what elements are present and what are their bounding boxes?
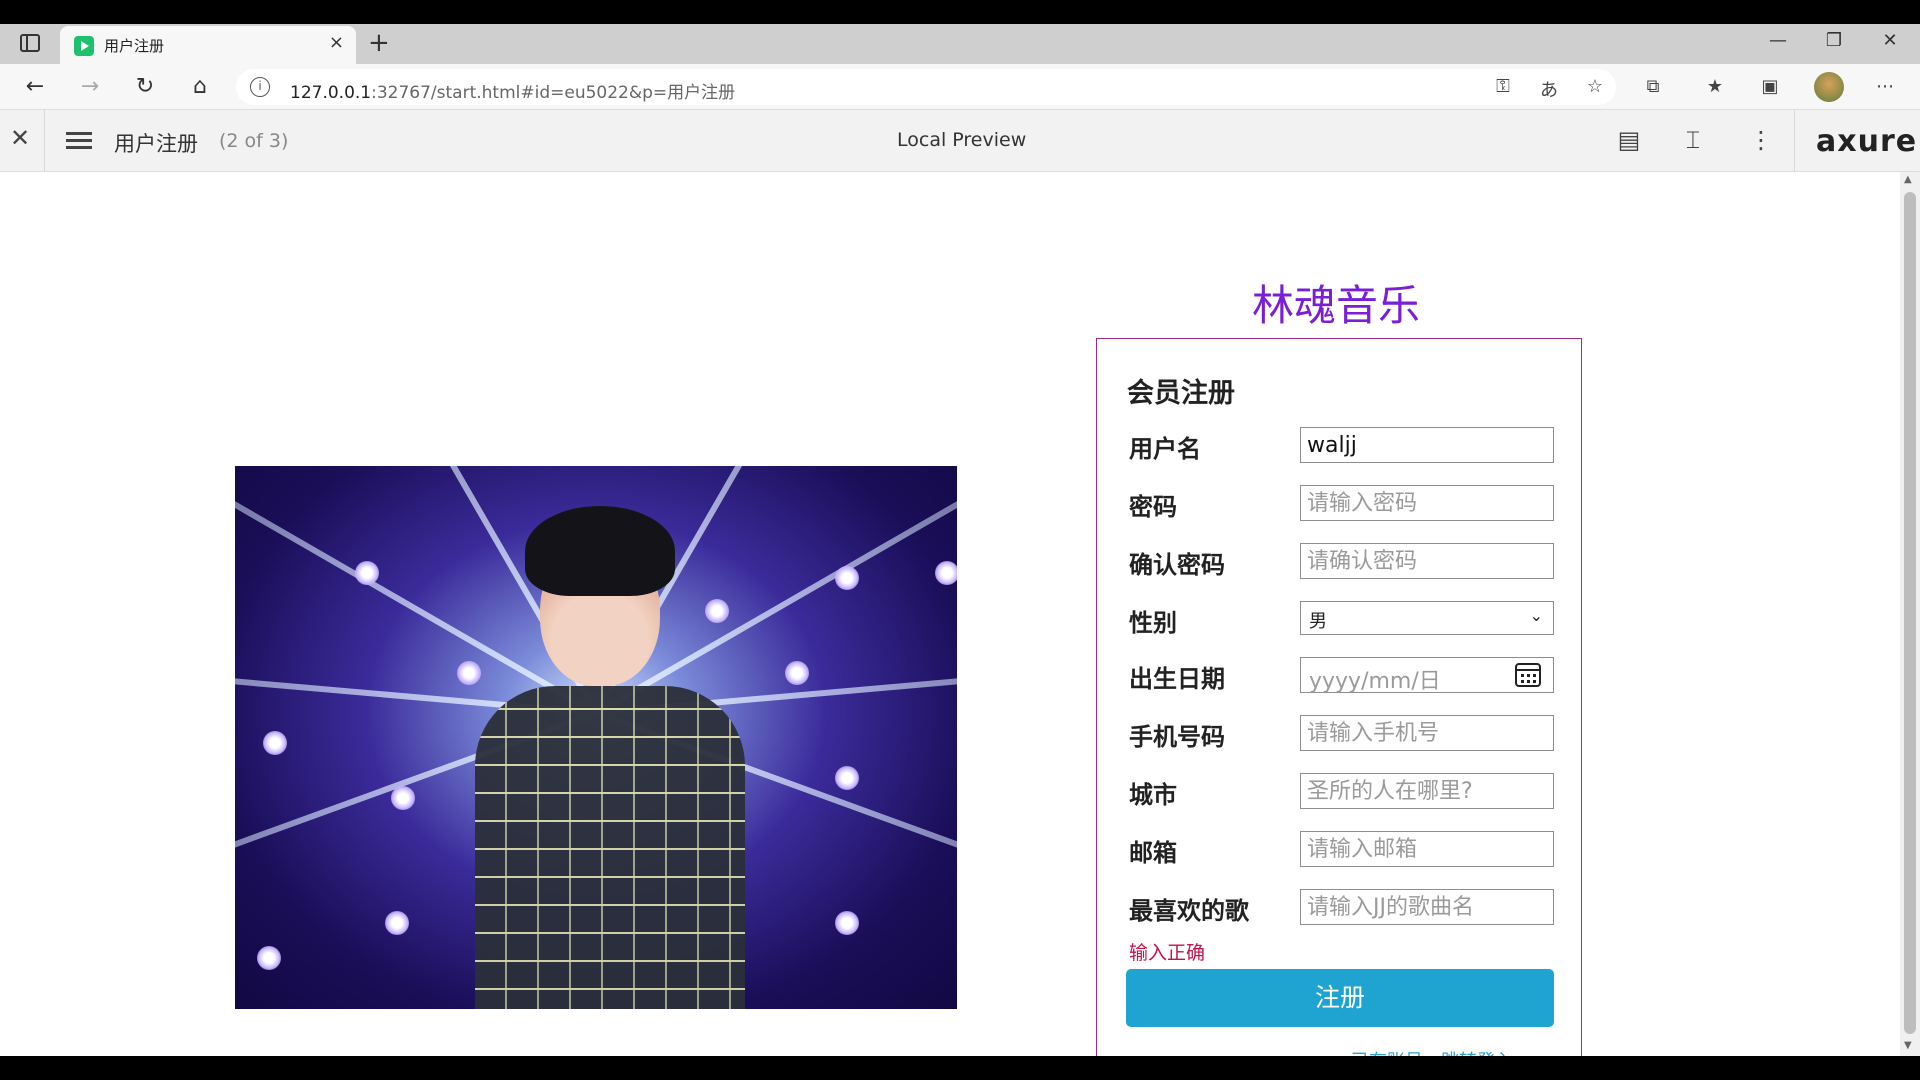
tab-close-button[interactable]: × [329,32,344,53]
stage-light [263,731,287,755]
password-field[interactable] [1300,485,1554,521]
home-icon[interactable]: ⌂ [185,74,215,99]
notes-icon[interactable]: ▤ [1612,126,1646,154]
screen-edge [0,1056,1920,1080]
phone-label: 手机号码 [1129,723,1225,751]
calendar-icon[interactable] [1515,663,1541,687]
browser-tab[interactable]: 用户注册 × [60,26,356,64]
more-menu-icon[interactable]: ⋯ [1870,76,1900,97]
scroll-down-arrow-icon[interactable]: ▼ [1904,1040,1912,1051]
inspect-icon[interactable]: ⌶ [1676,126,1710,154]
stage-light [355,561,379,585]
birthday-label: 出生日期 [1129,665,1225,693]
gender-label: 性别 [1129,609,1177,637]
more-options-icon[interactable]: ⋮ [1744,126,1778,154]
city-label: 城市 [1129,781,1177,809]
stage-light [935,561,957,585]
page-name: 用户注册 [114,132,198,156]
new-tab-button[interactable]: + [368,28,390,58]
collections-icon[interactable]: ▣ [1755,76,1785,97]
chevron-down-icon: ⌄ [1529,606,1543,625]
back-icon[interactable]: ← [20,74,50,99]
singer-hair [525,506,675,596]
page-content: 林魂音乐 会员注册 用户名 密码 确认密码 性别 男 ⌄ 出生日期 yyyy/m… [0,172,1900,1056]
extensions-icon[interactable]: ⧉ [1638,76,1668,97]
stage-light [257,946,281,970]
window-close-button[interactable]: ✕ [1870,30,1910,51]
birthday-date-field[interactable]: yyyy/mm/日 [1300,657,1554,694]
close-preview-icon[interactable]: ✕ [10,124,30,152]
axure-logo: axure [1816,124,1918,159]
page-count: (2 of 3) [219,130,289,152]
register-button[interactable]: 注册 [1126,969,1554,1027]
stage-light [835,566,859,590]
forward-icon[interactable]: → [75,74,105,99]
tab-actions-icon[interactable] [20,34,40,52]
favorites-icon[interactable]: ★ [1700,76,1730,97]
stage-light [835,911,859,935]
confirm-password-field[interactable] [1300,543,1554,579]
login-link[interactable]: 已有账号，跳转登入>> [1351,1047,1543,1056]
city-field[interactable] [1300,773,1554,809]
password-key-icon[interactable]: ⚿ [1488,76,1518,97]
email-field[interactable] [1300,831,1554,867]
axure-favicon-icon [74,36,94,56]
scroll-up-arrow-icon[interactable]: ▲ [1904,174,1912,185]
form-heading: 会员注册 [1127,378,1235,409]
site-title: 林魂音乐 [1252,281,1421,330]
translate-icon[interactable]: あ [1534,76,1564,102]
preview-label: Local Preview [897,129,1027,151]
favorite-song-field[interactable] [1300,889,1554,925]
username-field[interactable] [1300,427,1554,463]
stage-light [385,911,409,935]
divider [1794,110,1795,172]
profile-avatar[interactable] [1814,72,1844,102]
singer-photo [235,466,957,1009]
gender-value: 男 [1309,611,1327,632]
stage-light [835,766,859,790]
vertical-scrollbar[interactable]: ▲ ▼ [1900,172,1920,1056]
reload-icon[interactable]: ↻ [130,74,160,99]
favorite-song-label: 最喜欢的歌 [1129,897,1249,925]
scroll-thumb[interactable] [1904,192,1916,1034]
minimize-button[interactable]: — [1758,30,1798,51]
confirm-password-label: 确认密码 [1129,551,1225,579]
axure-toolbar: ✕ 用户注册 (2 of 3) Local Preview ▤ ⌶ ⋮ axur… [0,110,1920,172]
username-label: 用户名 [1129,435,1201,463]
stage-light [457,661,481,685]
stage-light [785,661,809,685]
singer-jacket [475,686,745,1009]
url-field[interactable]: i 127.0.0.1:32767/start.html#id=eu5022&p… [236,69,1616,105]
address-bar: ← → ↻ ⌂ i 127.0.0.1:32767/start.html#id=… [0,64,1920,110]
registration-form: 会员注册 用户名 密码 确认密码 性别 男 ⌄ 出生日期 yyyy/mm/日 手… [1096,338,1582,1056]
divider [44,110,45,172]
url-text: 127.0.0.1:32767/start.html#id=eu5022&p=用… [290,78,735,103]
favorite-star-icon[interactable]: ☆ [1580,76,1610,97]
hamburger-menu-icon[interactable] [66,132,92,150]
validation-hint: 输入正确 [1129,942,1206,964]
restore-button[interactable]: ❐ [1814,30,1854,51]
email-label: 邮箱 [1129,839,1177,867]
phone-field[interactable] [1300,715,1554,751]
gender-select[interactable]: 男 ⌄ [1300,601,1554,635]
title-bar: 用户注册 × + — ❐ ✕ [0,24,1920,64]
browser-window: 用户注册 × + — ❐ ✕ ← → ↻ ⌂ i 127.0.0.1:32767… [0,0,1920,1080]
stage-light [391,786,415,810]
url-host: 127.0.0.1 [290,83,372,103]
site-info-icon[interactable]: i [250,77,270,97]
tab-title: 用户注册 [104,37,165,55]
url-path: :32767/start.html#id=eu5022&p=用户注册 [371,83,736,103]
birthday-placeholder: yyyy/mm/日 [1309,669,1441,694]
stage-light [705,599,729,623]
password-label: 密码 [1129,493,1177,521]
